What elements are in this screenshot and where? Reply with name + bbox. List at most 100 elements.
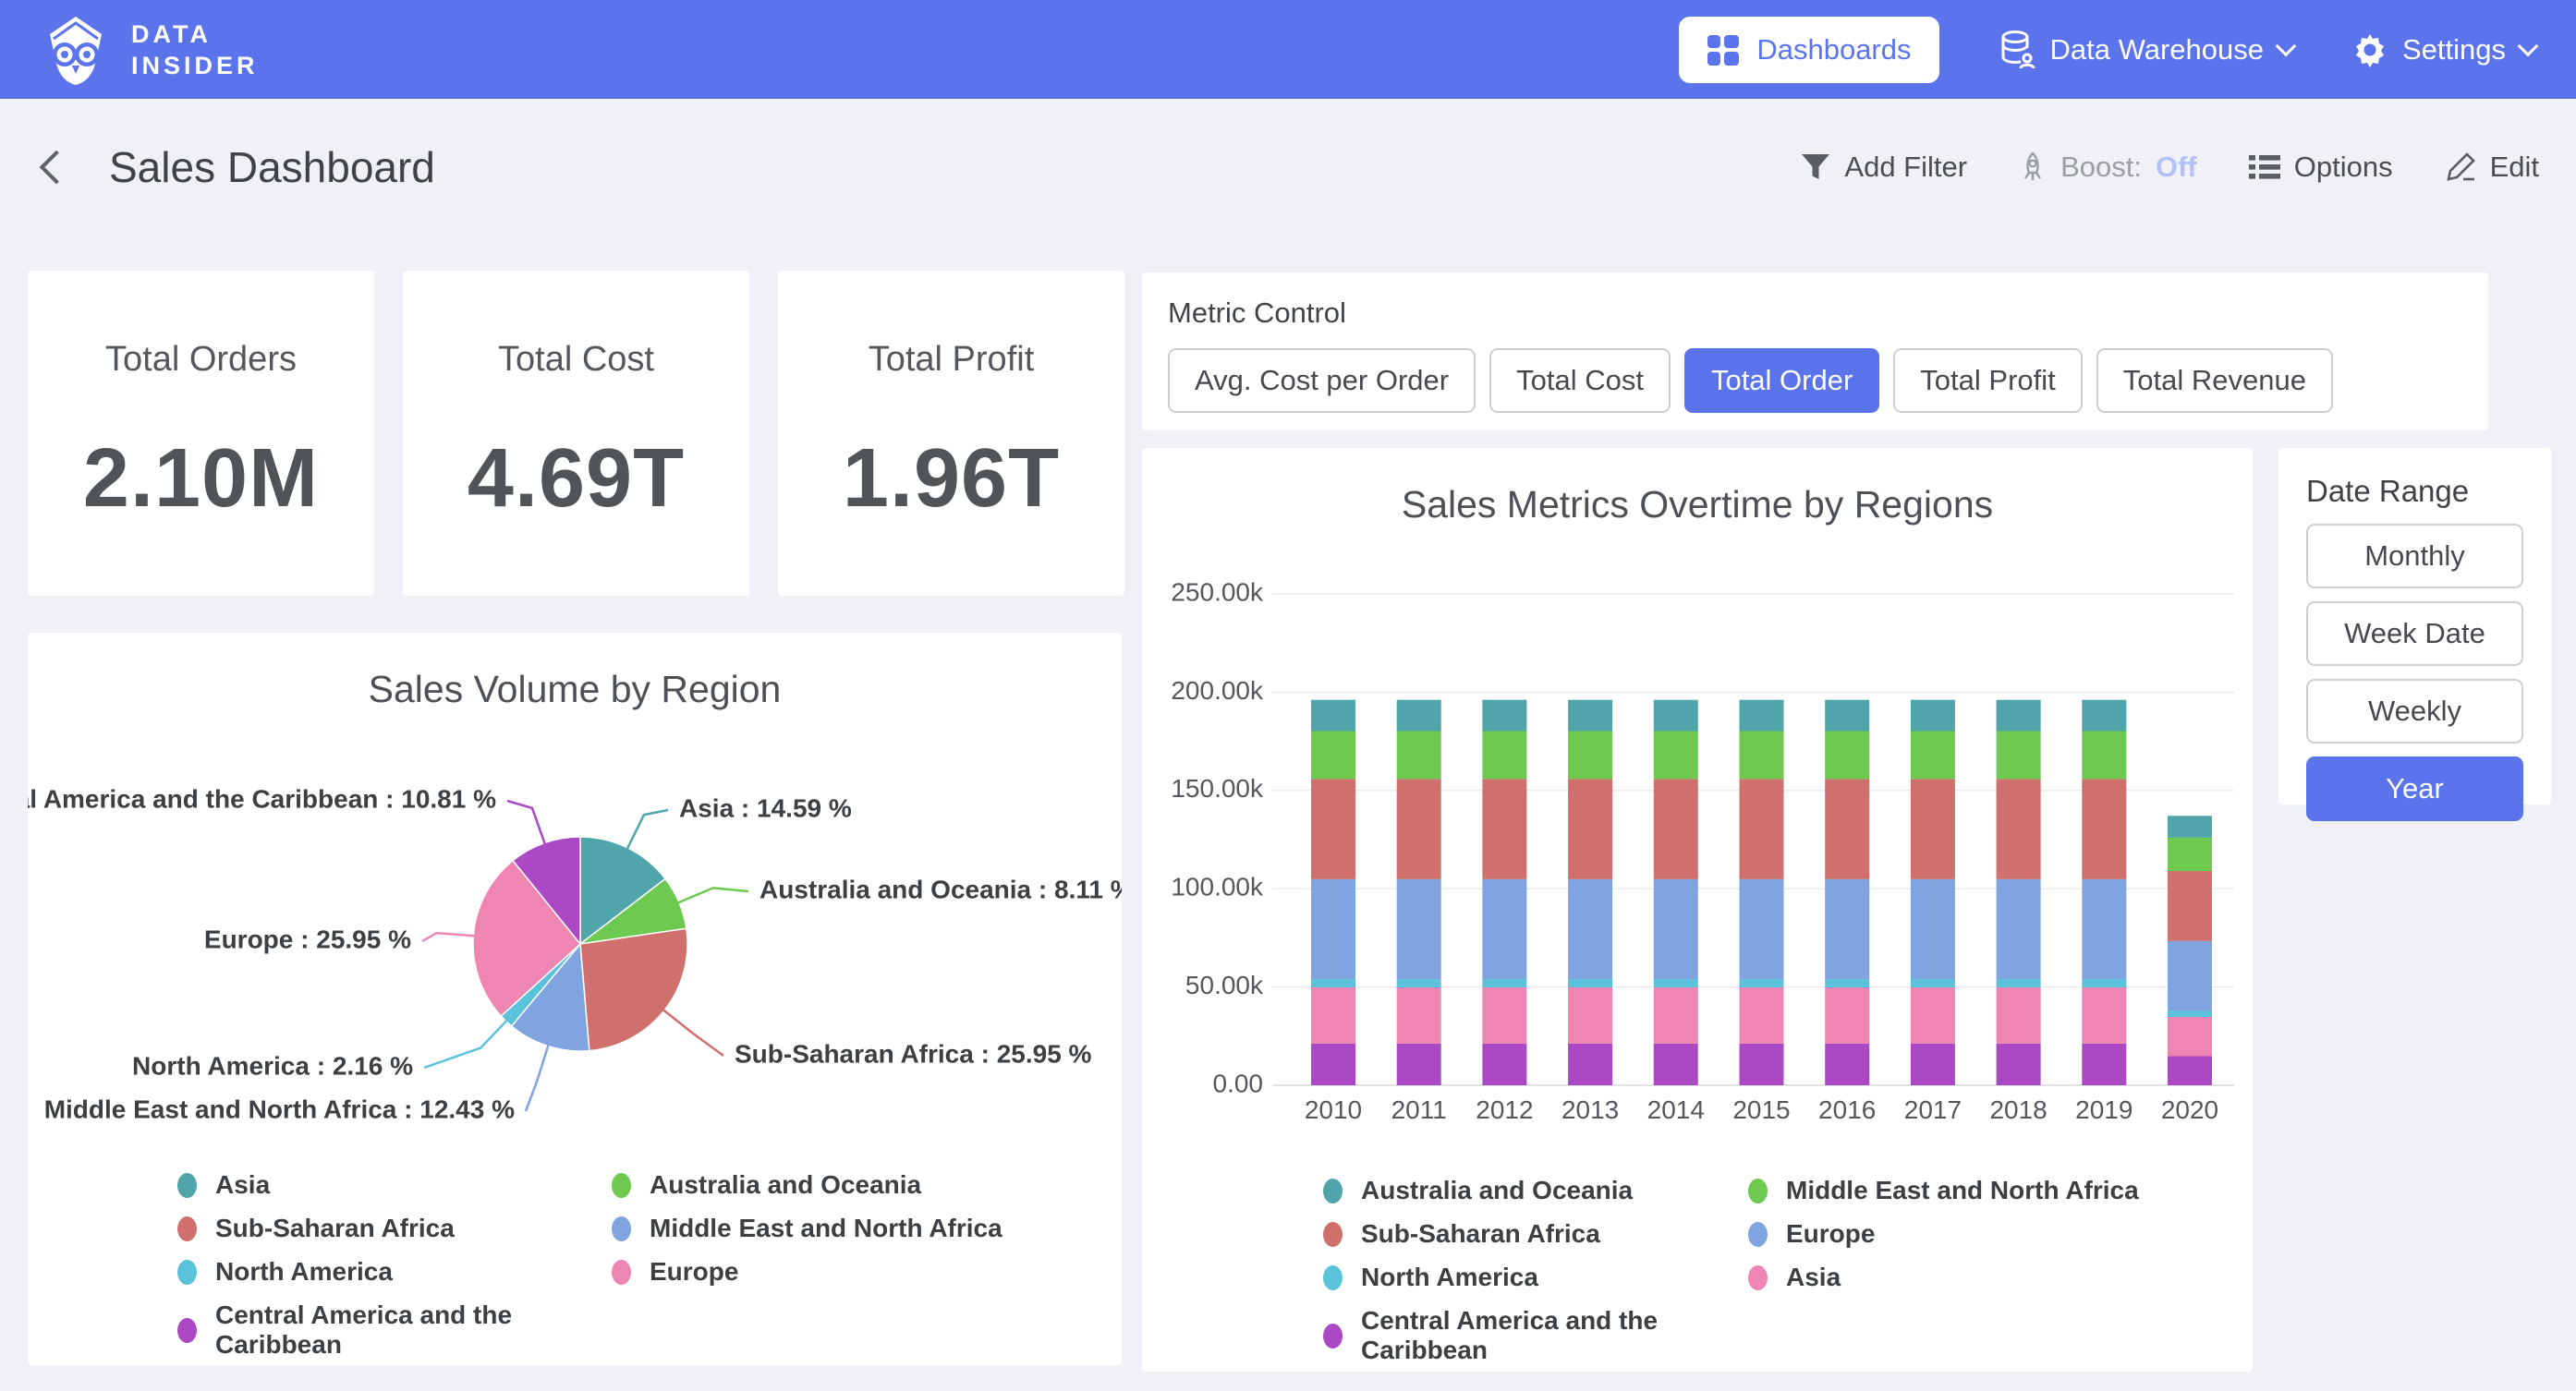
brand-logo[interactable]: DATA INSIDER <box>41 12 259 88</box>
bar-segment[interactable] <box>1482 732 1526 780</box>
bar-segment[interactable] <box>1911 879 1955 979</box>
boost-toggle[interactable]: Boost: Off <box>2019 151 2197 184</box>
bar-segment[interactable] <box>2082 700 2126 732</box>
legend-item[interactable]: Central America and the Caribbean <box>1323 1306 1748 1365</box>
bar-segment[interactable] <box>1911 732 1955 780</box>
bar-segment[interactable] <box>1482 879 1526 979</box>
bar-segment[interactable] <box>1311 979 1355 987</box>
bar-segment[interactable] <box>1654 780 1698 879</box>
bar-segment[interactable] <box>1997 700 2041 732</box>
legend-item[interactable]: Middle East and North Africa <box>1748 1176 2139 1205</box>
options-button[interactable]: Options <box>2249 151 2393 184</box>
bar-segment[interactable] <box>2168 941 2212 1011</box>
legend-item[interactable]: Sub-Saharan Africa <box>1323 1219 1748 1249</box>
bar-segment[interactable] <box>1825 780 1869 879</box>
legend-item[interactable]: Middle East and North Africa <box>612 1214 1002 1243</box>
bar-segment[interactable] <box>1654 987 1698 1044</box>
bar-segment[interactable] <box>1825 987 1869 1044</box>
date-range-button-weekly[interactable]: Weekly <box>2306 679 2523 744</box>
bar-segment[interactable] <box>2082 987 2126 1044</box>
bar-segment[interactable] <box>1740 987 1784 1044</box>
bar-segment[interactable] <box>1740 700 1784 732</box>
legend-item[interactable]: North America <box>177 1257 612 1287</box>
bar-segment[interactable] <box>1397 1044 1441 1085</box>
bar-segment[interactable] <box>1311 1044 1355 1085</box>
legend-item[interactable]: Australia and Oceania <box>1323 1176 1748 1205</box>
legend-item[interactable]: Sub-Saharan Africa <box>177 1214 612 1243</box>
bar-segment[interactable] <box>1825 700 1869 732</box>
bar-segment[interactable] <box>1911 979 1955 987</box>
bar-segment[interactable] <box>1311 732 1355 780</box>
bar-segment[interactable] <box>1568 1044 1612 1085</box>
bar-segment[interactable] <box>1397 732 1441 780</box>
bar-segment[interactable] <box>1397 700 1441 732</box>
bar-segment[interactable] <box>1482 987 1526 1044</box>
legend-item[interactable]: North America <box>1323 1263 1748 1292</box>
bar-segment[interactable] <box>1825 1044 1869 1085</box>
bar-segment[interactable] <box>2082 979 2126 987</box>
bar-segment[interactable] <box>1568 879 1612 979</box>
date-range-button-monthly[interactable]: Monthly <box>2306 524 2523 588</box>
legend-item[interactable]: Europe <box>612 1257 1002 1287</box>
bar-segment[interactable] <box>2168 838 2212 871</box>
back-chevron-icon[interactable] <box>40 151 74 185</box>
nav-item-dashboards[interactable]: Dashboards <box>1679 17 1938 83</box>
nav-item-settings[interactable]: Settings <box>2352 32 2535 67</box>
bar-segment[interactable] <box>1654 1044 1698 1085</box>
bar-segment[interactable] <box>1568 987 1612 1044</box>
bar-segment[interactable] <box>1397 780 1441 879</box>
bar-segment[interactable] <box>1311 879 1355 979</box>
bar-segment[interactable] <box>1997 1044 2041 1085</box>
bar-segment[interactable] <box>1482 979 1526 987</box>
bar-segment[interactable] <box>1911 987 1955 1044</box>
bar-segment[interactable] <box>1568 979 1612 987</box>
bar-segment[interactable] <box>1997 987 2041 1044</box>
bar-segment[interactable] <box>1997 879 2041 979</box>
legend-item[interactable]: Asia <box>177 1170 612 1200</box>
bar-segment[interactable] <box>1911 1044 1955 1085</box>
bar-segment[interactable] <box>1997 732 2041 780</box>
bar-segment[interactable] <box>1654 979 1698 987</box>
date-range-button-year[interactable]: Year <box>2306 756 2523 821</box>
bar-segment[interactable] <box>2168 871 2212 941</box>
bar-segment[interactable] <box>1568 700 1612 732</box>
bar-segment[interactable] <box>1825 979 1869 987</box>
bar-segment[interactable] <box>1740 732 1784 780</box>
add-filter-button[interactable]: Add Filter <box>1801 151 1967 184</box>
bar-segment[interactable] <box>1825 732 1869 780</box>
metric-button-total-order[interactable]: Total Order <box>1684 348 1879 413</box>
bar-segment[interactable] <box>2082 1044 2126 1085</box>
metric-button-total-cost[interactable]: Total Cost <box>1489 348 1671 413</box>
bar-segment[interactable] <box>1482 780 1526 879</box>
bar-segment[interactable] <box>1482 700 1526 732</box>
bar-segment[interactable] <box>1654 879 1698 979</box>
bar-segment[interactable] <box>1911 700 1955 732</box>
bar-segment[interactable] <box>1568 732 1612 780</box>
pie-slice[interactable] <box>580 928 687 1050</box>
legend-item[interactable]: Central America and the Caribbean <box>177 1300 612 1360</box>
edit-button[interactable]: Edit <box>2445 151 2539 184</box>
bar-segment[interactable] <box>1397 879 1441 979</box>
bar-segment[interactable] <box>1397 987 1441 1044</box>
bar-segment[interactable] <box>1997 979 2041 987</box>
bar-segment[interactable] <box>1911 780 1955 879</box>
bar-segment[interactable] <box>2168 1011 2212 1017</box>
bar-segment[interactable] <box>1997 780 2041 879</box>
legend-item[interactable]: Asia <box>1748 1263 2139 1292</box>
date-range-button-week-date[interactable]: Week Date <box>2306 601 2523 666</box>
bar-segment[interactable] <box>1397 979 1441 987</box>
bar-segment[interactable] <box>2082 732 2126 780</box>
bar-segment[interactable] <box>1740 979 1784 987</box>
bar-segment[interactable] <box>1654 732 1698 780</box>
bar-segment[interactable] <box>2168 1017 2212 1057</box>
bar-segment[interactable] <box>1654 700 1698 732</box>
bar-segment[interactable] <box>2168 816 2212 838</box>
metric-button-total-profit[interactable]: Total Profit <box>1893 348 2082 413</box>
legend-item[interactable]: Australia and Oceania <box>612 1170 1002 1200</box>
metric-button-avg-cost-per-order[interactable]: Avg. Cost per Order <box>1168 348 1476 413</box>
bar-segment[interactable] <box>2082 879 2126 979</box>
bar-segment[interactable] <box>1740 1044 1784 1085</box>
bar-segment[interactable] <box>1740 780 1784 879</box>
bar-segment[interactable] <box>1740 879 1784 979</box>
legend-item[interactable]: Europe <box>1748 1219 2139 1249</box>
